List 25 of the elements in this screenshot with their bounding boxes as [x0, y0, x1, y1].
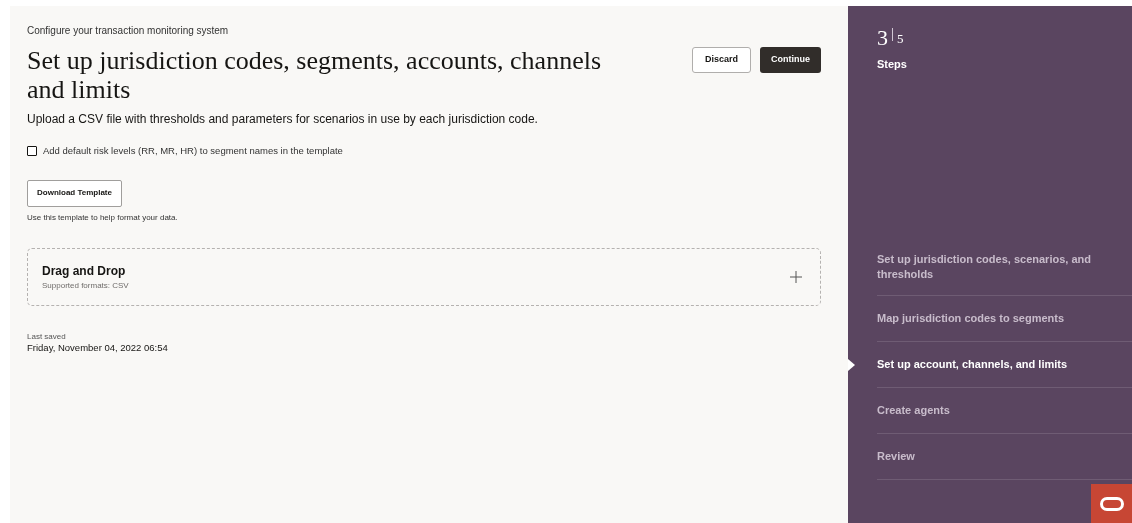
step-item[interactable]: Map jurisdiction codes to segments — [877, 311, 1085, 326]
oracle-logo-button[interactable] — [1091, 484, 1132, 523]
eyebrow-text: Configure your transaction monitoring system — [27, 24, 230, 38]
drop-zone-subtitle: Supported formats: CSV — [42, 279, 129, 292]
drop-zone[interactable]: Drag and Drop Supported formats: CSV — [27, 247, 821, 306]
step-item[interactable]: Set up jurisdiction codes, scenarios, and thresholds — [877, 252, 1132, 282]
last-saved-value: Friday, November 04, 2022 06:54 — [27, 340, 169, 355]
checkbox[interactable] — [27, 146, 37, 157]
total-steps-number: 5 — [897, 32, 904, 45]
step-item[interactable]: Review — [877, 449, 935, 464]
continue-button[interactable]: Continue — [760, 47, 821, 73]
oval-logo-icon — [1099, 496, 1124, 511]
discard-button[interactable]: Discard — [691, 47, 751, 73]
steps-label: Steps — [876, 57, 908, 72]
last-saved-label: Last saved — [27, 331, 67, 341]
download-template-button[interactable]: Download Template — [27, 179, 122, 207]
current-step-number: 3 — [877, 26, 888, 50]
step-item[interactable]: Set up account, channels, and limits — [877, 357, 1088, 372]
step-item[interactable]: Create agents — [877, 403, 970, 418]
plus-icon[interactable] — [790, 270, 802, 283]
help-text: Use this template to help format your data. — [27, 211, 179, 224]
drop-zone-title: Drag and Drop — [42, 262, 127, 280]
checkbox-label: Add default risk levels (RR, MR, HR) to segment names in the template — [43, 144, 343, 158]
description-text: Upload a CSV file with thresholds and parameters for scenarios in use by each jurisdiction code. — [27, 111, 539, 128]
page-title: Set up jurisdiction codes, segments, accounts, channels and limits — [27, 46, 603, 104]
